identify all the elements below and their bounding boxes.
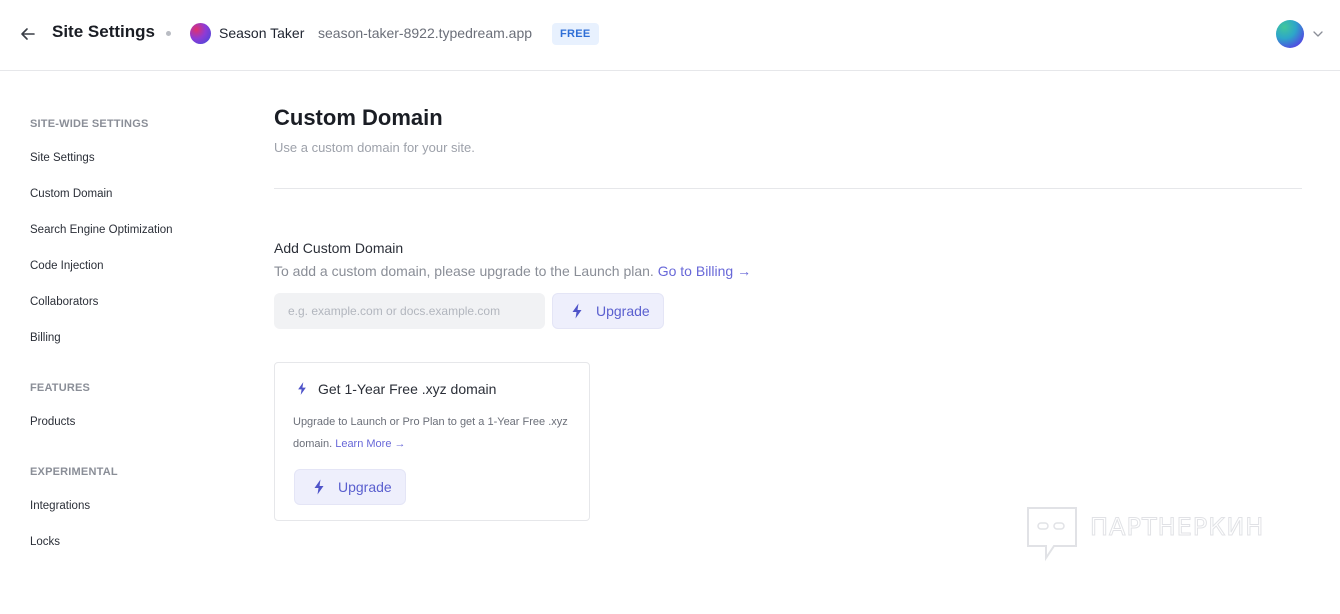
settings-sidebar: SITE-WIDE SETTINGS Site Settings Custom … xyxy=(0,71,240,614)
promo-card-text: Upgrade to Launch or Pro Plan to get a 1… xyxy=(293,411,573,455)
xyz-domain-promo-card: Get 1-Year Free .xyz domain Upgrade to L… xyxy=(274,362,590,521)
sidebar-item-billing[interactable]: Billing xyxy=(30,332,61,344)
upgrade-button[interactable]: Upgrade xyxy=(552,293,664,329)
sidebar-item-seo[interactable]: Search Engine Optimization xyxy=(30,224,173,236)
sidebar-item-site-settings[interactable]: Site Settings xyxy=(30,152,95,164)
site-name: Season Taker xyxy=(219,25,305,41)
promo-card-title: Get 1-Year Free .xyz domain xyxy=(318,381,497,397)
sidebar-item-custom-domain[interactable]: Custom Domain xyxy=(30,188,112,200)
sidebar-item-collaborators[interactable]: Collaborators xyxy=(30,296,98,308)
lightning-icon xyxy=(572,303,582,319)
site-avatar xyxy=(190,23,211,44)
back-arrow-icon[interactable] xyxy=(17,23,39,45)
plan-badge: FREE xyxy=(552,23,599,45)
section-label-features: FEATURES xyxy=(30,382,91,394)
separator-dot xyxy=(166,31,171,36)
learn-more-link[interactable]: Learn More → xyxy=(335,438,405,450)
add-domain-description: To add a custom domain, please upgrade t… xyxy=(274,263,751,279)
add-domain-description-text: To add a custom domain, please upgrade t… xyxy=(274,263,654,279)
watermark-logo-icon xyxy=(1027,507,1077,562)
lightning-icon xyxy=(298,382,306,395)
sidebar-item-integrations[interactable]: Integrations xyxy=(30,500,90,512)
go-to-billing-link[interactable]: Go to Billing → xyxy=(658,263,751,279)
promo-upgrade-button-label: Upgrade xyxy=(338,479,392,495)
section-label-site-wide: SITE-WIDE SETTINGS xyxy=(30,118,149,130)
chevron-down-icon[interactable] xyxy=(1312,28,1324,40)
top-bar: Site Settings Season Taker season-taker-… xyxy=(0,0,1340,71)
promo-upgrade-button[interactable]: Upgrade xyxy=(294,469,406,505)
divider xyxy=(274,188,1302,189)
custom-domain-input[interactable] xyxy=(274,293,545,329)
section-label-experimental: EXPERIMENTAL xyxy=(30,466,118,478)
sidebar-item-products[interactable]: Products xyxy=(30,416,75,428)
sidebar-item-locks[interactable]: Locks xyxy=(30,536,60,548)
lightning-icon xyxy=(314,479,324,495)
page-header-title: Site Settings xyxy=(52,22,155,41)
watermark: ПАРТНЕРКИН xyxy=(1024,504,1294,564)
site-url[interactable]: season-taker-8922.typedream.app xyxy=(318,25,532,41)
sidebar-item-code-injection[interactable]: Code Injection xyxy=(30,260,104,272)
add-domain-title: Add Custom Domain xyxy=(274,240,404,256)
user-avatar[interactable] xyxy=(1276,20,1304,48)
page-subtitle: Use a custom domain for your site. xyxy=(274,140,475,155)
page-title: Custom Domain xyxy=(274,105,443,130)
upgrade-button-label: Upgrade xyxy=(596,303,650,319)
watermark-text: ПАРТНЕРКИН xyxy=(1089,513,1265,542)
